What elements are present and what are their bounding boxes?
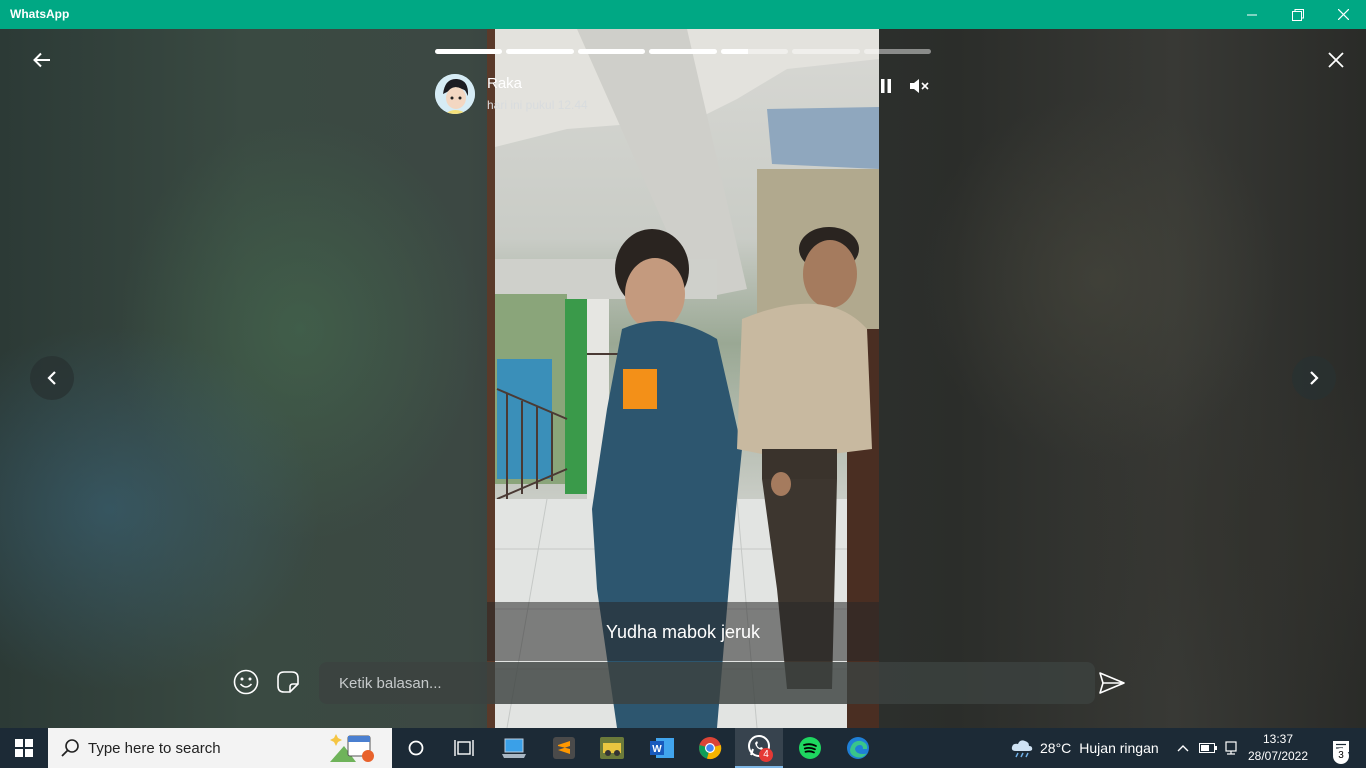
sticker-button[interactable] xyxy=(274,668,302,696)
status-timestamp: hari ini pukul 12.44 xyxy=(487,98,588,112)
avatar[interactable] xyxy=(435,74,475,114)
back-button[interactable] xyxy=(28,48,56,72)
network-button[interactable] xyxy=(1222,728,1240,768)
windows-logo-icon xyxy=(15,739,33,757)
task-view-button[interactable] xyxy=(440,728,488,768)
close-status-button[interactable] xyxy=(1322,48,1350,72)
weather-description: Hujan ringan xyxy=(1079,740,1159,756)
chevron-up-icon xyxy=(1177,745,1189,752)
restore-icon xyxy=(1292,8,1304,21)
sticker-icon xyxy=(277,671,299,693)
mute-button[interactable] xyxy=(906,76,932,96)
progress-segment xyxy=(435,49,503,54)
taskbar-app-whatsapp[interactable]: 4 xyxy=(735,728,783,768)
speaker-muted-icon xyxy=(910,79,929,93)
progress-segment xyxy=(863,49,931,54)
progress-segment xyxy=(720,49,789,54)
cortana-circle-icon xyxy=(408,740,424,756)
search-highlight-icon xyxy=(330,734,374,762)
chevron-right-icon xyxy=(1310,371,1319,385)
task-view-icon xyxy=(454,740,474,756)
taskbar-app-sublime[interactable] xyxy=(540,728,588,768)
status-viewer: Raka hari ini pukul 12.44 Yudha mabok je… xyxy=(0,29,1366,728)
svg-text:W: W xyxy=(652,744,662,755)
progress-segment xyxy=(577,49,646,54)
word-icon: W xyxy=(650,738,674,758)
status-caption: Yudha mabok jeruk xyxy=(605,622,761,642)
weather-temperature: 28°C xyxy=(1040,740,1072,756)
rain-cloud-icon xyxy=(1011,740,1033,758)
battery-button[interactable] xyxy=(1198,728,1218,768)
taskbar-app-game[interactable] xyxy=(588,728,636,768)
show-hidden-icons-button[interactable] xyxy=(1174,728,1192,768)
weather-widget[interactable]: 28°C Hujan ringan xyxy=(1010,728,1159,768)
pause-icon xyxy=(881,79,891,93)
windows-taskbar: Type here to search W 4 28°C Hujan ringa… xyxy=(0,728,1366,768)
progress-segment xyxy=(792,49,860,54)
taskbar-app-word[interactable]: W xyxy=(638,728,686,768)
sender-name: Raka xyxy=(487,75,523,92)
minimize-icon xyxy=(1247,14,1257,15)
sublime-text-icon xyxy=(553,737,575,759)
reply-input[interactable] xyxy=(319,662,1095,704)
notification-count-badge: 3 xyxy=(1333,748,1349,764)
progress-segment xyxy=(506,49,574,54)
ethernet-icon xyxy=(1225,741,1237,755)
app-title: WhatsApp xyxy=(10,7,70,21)
taskbar-app-spotify[interactable] xyxy=(786,728,834,768)
search-placeholder: Type here to search xyxy=(88,739,221,757)
arrow-left-icon xyxy=(33,52,50,68)
anime-avatar-icon xyxy=(435,74,475,114)
spotify-icon xyxy=(799,737,821,759)
next-status-button[interactable] xyxy=(1292,356,1336,400)
progress-segment xyxy=(649,49,717,54)
send-button[interactable] xyxy=(1097,670,1129,698)
title-bar: WhatsApp xyxy=(0,0,1366,29)
taskbar-app-desktop[interactable] xyxy=(490,728,538,768)
previous-status-button[interactable] xyxy=(30,356,74,400)
send-icon xyxy=(1099,672,1125,694)
window-close-button[interactable] xyxy=(1320,0,1366,29)
close-icon xyxy=(1337,9,1349,20)
taskbar-search[interactable]: Type here to search xyxy=(48,728,392,768)
taskbar-clock[interactable]: 13:37 28/07/2022 xyxy=(1240,731,1316,765)
whatsapp-unread-badge: 4 xyxy=(759,748,773,762)
taskbar-app-chrome[interactable] xyxy=(686,728,734,768)
search-icon xyxy=(61,739,79,757)
clock-date: 28/07/2022 xyxy=(1247,749,1309,763)
chevron-left-icon xyxy=(47,371,56,385)
restore-button[interactable] xyxy=(1275,0,1321,29)
pause-button[interactable] xyxy=(876,76,896,96)
start-button[interactable] xyxy=(0,728,48,768)
taskbar-app-edge[interactable] xyxy=(834,728,882,768)
edge-icon xyxy=(847,737,869,759)
cortana-button[interactable] xyxy=(392,728,440,768)
battery-icon xyxy=(1199,743,1217,753)
status-caption-bar: Yudha mabok jeruk xyxy=(487,602,879,661)
minimize-button[interactable] xyxy=(1229,0,1275,29)
laptop-app-icon xyxy=(502,738,526,758)
clock-time: 13:37 xyxy=(1262,732,1294,746)
smiley-icon xyxy=(233,669,259,695)
game-app-icon xyxy=(600,737,624,759)
chrome-icon xyxy=(699,737,722,760)
close-icon xyxy=(1328,52,1344,68)
emoji-button[interactable] xyxy=(232,668,260,696)
status-progress-bar xyxy=(435,49,931,55)
